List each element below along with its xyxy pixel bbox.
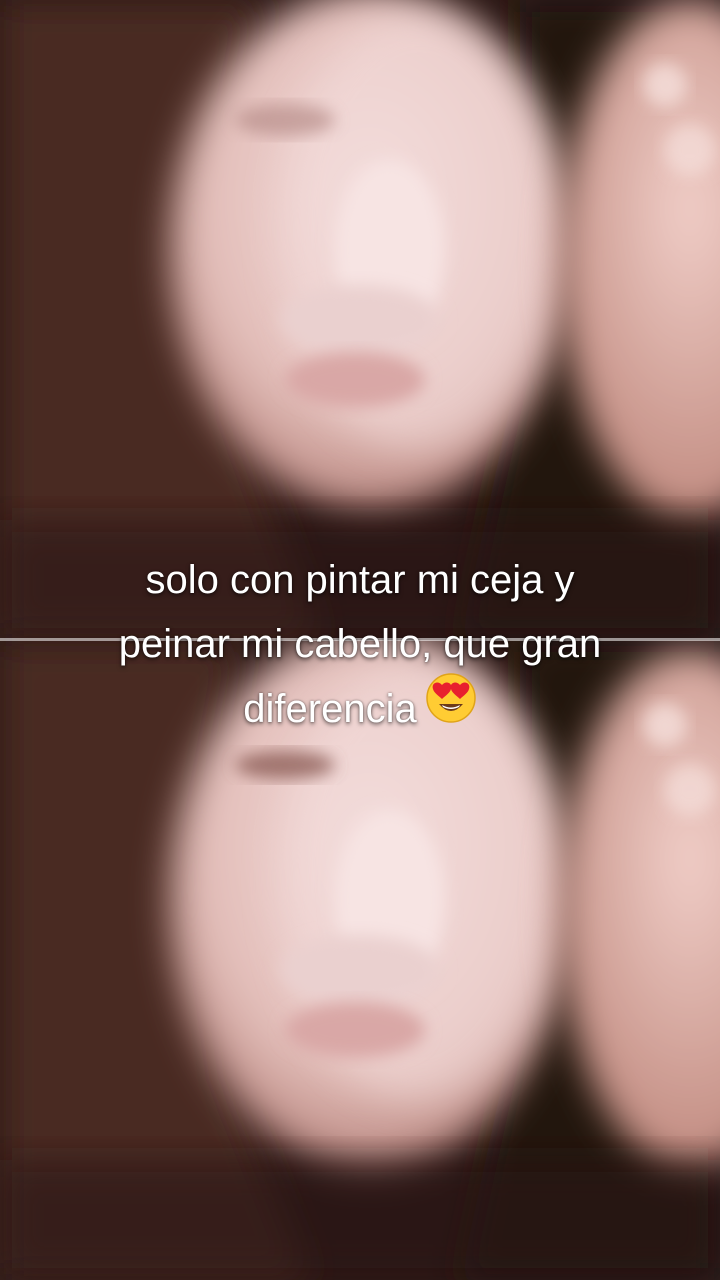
video-caption: solo con pintar mi ceja y peinar mi cabe…	[40, 548, 680, 747]
caption-line-3: diferencia	[243, 687, 417, 732]
caption-line-1: solo con pintar mi ceja y	[145, 558, 575, 602]
before-photo	[0, 0, 720, 640]
heart-eyes-emoji-icon	[425, 672, 477, 743]
caption-line-3-wrapper: diferencia	[40, 673, 680, 747]
caption-line-2: peinar mi cabello, que gran	[118, 622, 602, 666]
before-photo-panel	[0, 0, 720, 640]
video-frame[interactable]: solo con pintar mi ceja y peinar mi cabe…	[0, 0, 720, 1280]
